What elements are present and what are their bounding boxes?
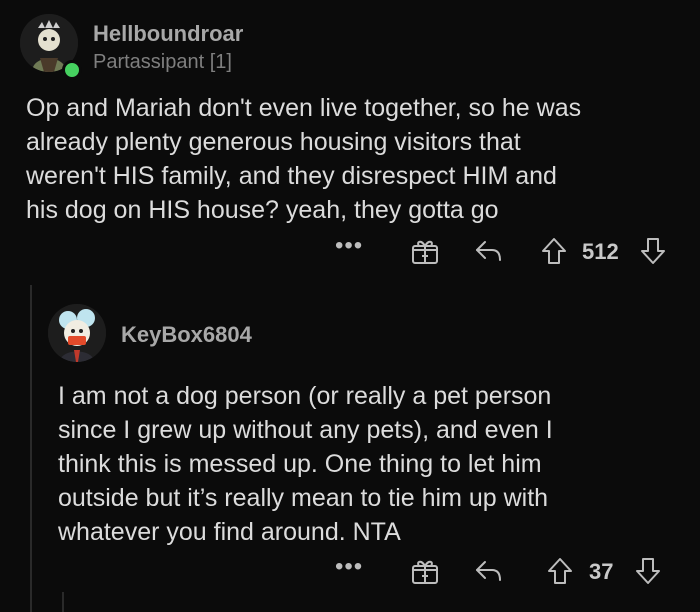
upvote-icon[interactable] [540,236,568,271]
comment-body: Op and Mariah don't even live together, … [26,94,582,224]
vote-count: 512 [582,239,619,264]
thread-line[interactable] [62,592,64,612]
username[interactable]: Hellboundroar [93,21,243,47]
gift-icon[interactable] [410,236,440,271]
reply-icon[interactable] [474,558,504,589]
vote-count: 37 [589,559,614,584]
username[interactable]: KeyBox6804 [121,322,252,348]
more-options-button[interactable]: ••• [335,553,363,581]
comment-body: I am not a dog person (or really a pet p… [58,382,553,546]
user-avatar-icon[interactable] [48,304,106,362]
online-status-icon [62,60,82,80]
upvote-icon[interactable] [546,556,574,591]
gift-icon[interactable] [410,556,440,591]
downvote-icon[interactable] [639,236,667,271]
more-options-button[interactable]: ••• [335,232,363,260]
reply-icon[interactable] [474,238,504,269]
comment: Hellboundroar Partassipant [1] Op and Ma… [0,0,700,285]
user-flair: Partassipant [1] [93,51,232,73]
downvote-icon[interactable] [634,556,662,591]
